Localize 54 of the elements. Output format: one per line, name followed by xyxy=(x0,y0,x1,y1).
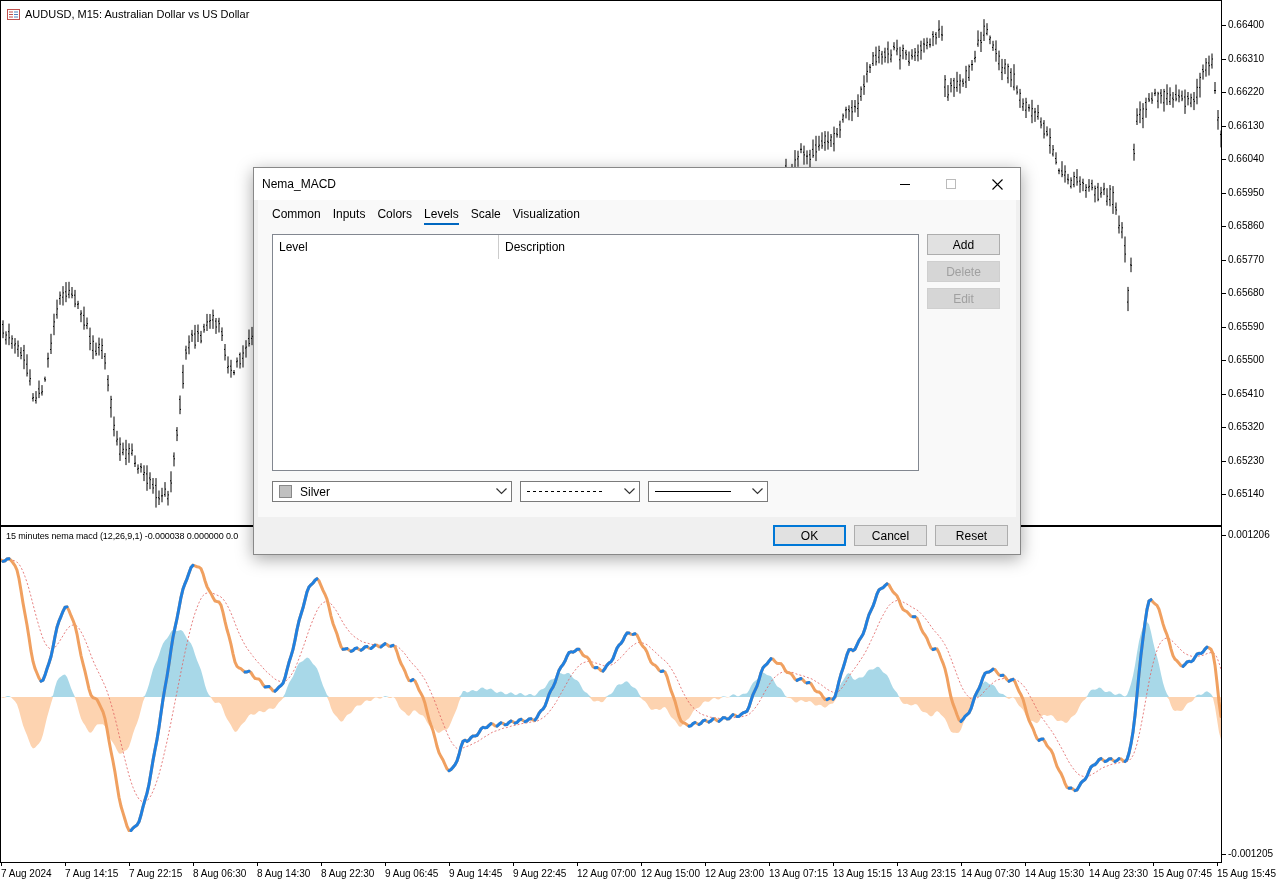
chart-title: AUDUSD, M15: Australian Dollar vs US Dollar xyxy=(25,8,250,20)
settings-tab[interactable]: Levels xyxy=(424,207,459,225)
price-label: 0.65770 xyxy=(1222,252,1265,266)
settings-tab[interactable]: Scale xyxy=(470,207,501,225)
time-label: 14 Aug 15:30 xyxy=(1025,863,1089,883)
dialog-button[interactable]: OK xyxy=(773,525,846,546)
time-label: 13 Aug 23:15 xyxy=(897,863,961,883)
time-label: 15 Aug 07:45 xyxy=(1153,863,1217,883)
price-label: 0.66220 xyxy=(1222,85,1265,99)
settings-tab[interactable]: Visualization xyxy=(512,207,580,225)
time-label: 14 Aug 07:30 xyxy=(961,863,1025,883)
price-label: 0.65500 xyxy=(1222,353,1265,367)
price-label: 0.66400 xyxy=(1222,18,1265,32)
time-label: 8 Aug 22:30 xyxy=(321,863,385,883)
dialog-button[interactable]: Reset xyxy=(935,525,1008,546)
time-label: 12 Aug 07:00 xyxy=(577,863,641,883)
column-header[interactable]: Level xyxy=(273,235,499,259)
settings-tab[interactable]: Common xyxy=(272,207,321,225)
price-label: 0.65320 xyxy=(1222,420,1265,434)
time-label: 8 Aug 06:30 xyxy=(193,863,257,883)
price-label: 0.65410 xyxy=(1222,386,1265,400)
time-label: 9 Aug 22:45 xyxy=(513,863,577,883)
price-label: 0.65680 xyxy=(1222,286,1265,300)
time-label: 14 Aug 23:30 xyxy=(1089,863,1153,883)
price-label: 0.65140 xyxy=(1222,487,1265,501)
time-label: 8 Aug 14:30 xyxy=(257,863,321,883)
price-label: 0.66310 xyxy=(1222,51,1265,65)
color-select[interactable]: Silver xyxy=(272,481,512,502)
time-label: 13 Aug 07:15 xyxy=(769,863,833,883)
dialog-button[interactable]: Cancel xyxy=(854,525,927,546)
time-label: 7 Aug 2024 xyxy=(1,863,65,883)
time-label: 15 Aug 15:45 xyxy=(1217,863,1277,883)
indicator-axis-label: -0.001205 xyxy=(1222,846,1274,860)
time-label: 9 Aug 06:45 xyxy=(385,863,449,883)
levels-list[interactable]: Level Description xyxy=(272,234,919,471)
settings-tab[interactable]: Colors xyxy=(377,207,413,225)
price-label: 0.66130 xyxy=(1222,118,1265,132)
time-label: 7 Aug 14:15 xyxy=(65,863,129,883)
price-label: 0.65590 xyxy=(1222,319,1265,333)
indicator-label: 15 minutes nema macd (12,26,9,1) -0.000038 0.000000 0.0 xyxy=(6,531,239,541)
price-label: 0.65860 xyxy=(1222,219,1265,233)
time-label: 13 Aug 15:15 xyxy=(833,863,897,883)
price-label: 0.65950 xyxy=(1222,185,1265,199)
time-label: 9 Aug 14:45 xyxy=(449,863,513,883)
dialog-title: Nema_MACD xyxy=(262,177,337,191)
price-label: 0.66040 xyxy=(1222,152,1265,166)
price-label: 0.65230 xyxy=(1222,453,1265,467)
settings-tab[interactable]: Inputs xyxy=(332,207,366,225)
level-action-button[interactable]: Add xyxy=(927,234,1000,255)
time-label: 12 Aug 15:00 xyxy=(641,863,705,883)
column-header[interactable]: Description xyxy=(499,235,918,259)
indicator-axis-label: 0.001206 xyxy=(1222,528,1270,542)
time-label: 7 Aug 22:15 xyxy=(129,863,193,883)
time-label: 12 Aug 23:00 xyxy=(705,863,769,883)
